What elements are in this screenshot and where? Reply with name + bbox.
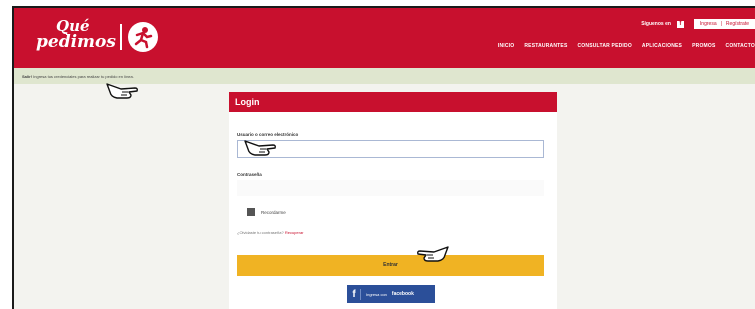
logo-text-bottom: pedimos	[36, 32, 116, 52]
login-link[interactable]: Ingresa	[700, 21, 717, 27]
nav-item-contacto[interactable]: CONTACTO	[726, 43, 755, 49]
logo-divider	[120, 24, 122, 50]
notice-text: Ingresa tus credenciales para realizar t…	[33, 74, 134, 79]
runner-logo-icon	[128, 22, 158, 52]
facebook-f-icon: f	[351, 288, 361, 300]
facebook-login-prefix: Ingresa con	[366, 291, 387, 297]
auth-divider: |	[720, 21, 722, 27]
recover-link[interactable]: Recuperar	[285, 230, 304, 235]
login-panel: Login Usuario o correo electrónico Contr…	[229, 92, 557, 309]
follow-label: Síguenos en	[641, 21, 671, 27]
forgot-password: ¿Olvidaste tu contraseña? Recuperar	[237, 230, 304, 235]
remember-checkbox[interactable]	[247, 208, 255, 216]
facebook-login-button[interactable]: f Ingresa con facebook	[347, 285, 435, 303]
facebook-wordmark: facebook	[391, 291, 414, 297]
browser-viewport: Qué pedimos Síguenos en f Ingresa | Regí…	[12, 6, 755, 309]
notice-strong: Salir!	[22, 74, 33, 79]
site-logo[interactable]: Qué pedimos	[36, 18, 176, 58]
register-link[interactable]: Regístrate	[726, 21, 749, 27]
submit-button[interactable]: Entrar	[237, 255, 544, 276]
header-top-row: Síguenos en f Ingresa | Regístrate	[641, 18, 755, 30]
pointing-hand-icon	[244, 140, 276, 156]
nav-item-inicio[interactable]: INICIO	[498, 43, 514, 49]
nav-item-consultar-pedido[interactable]: CONSULTAR PEDIDO	[578, 43, 632, 49]
nav-item-promos[interactable]: PROMOS	[692, 43, 715, 49]
auth-links: Ingresa | Regístrate	[693, 19, 755, 29]
password-label: Contraseña	[237, 172, 262, 177]
nav-item-restaurantes[interactable]: RESTAURANTES	[524, 43, 567, 49]
facebook-icon[interactable]: f	[676, 20, 684, 28]
forgot-text: ¿Olvidaste tu contraseña?	[237, 230, 284, 235]
pointing-hand-icon	[106, 83, 138, 99]
nav-item-aplicaciones[interactable]: APLICACIONES	[642, 43, 682, 49]
site-header: Qué pedimos Síguenos en f Ingresa | Regí…	[14, 8, 755, 68]
pointing-hand-icon	[417, 246, 449, 262]
login-title: Login	[229, 92, 557, 112]
user-input[interactable]	[237, 140, 544, 158]
remember-label: Recordarme	[261, 210, 286, 215]
main-nav: INICIO RESTAURANTES CONSULTAR PEDIDO APL…	[498, 43, 755, 49]
password-input[interactable]	[237, 180, 544, 196]
